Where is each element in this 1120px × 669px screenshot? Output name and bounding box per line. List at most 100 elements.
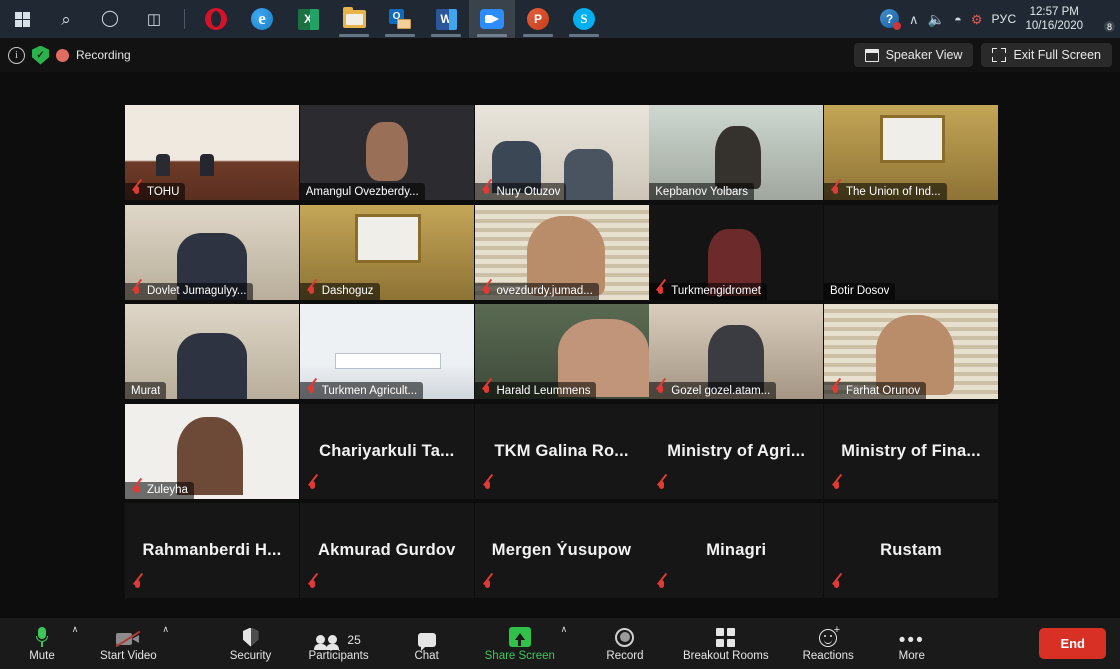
participant-name: Ministry of Fina... xyxy=(841,441,981,460)
skype-icon[interactable]: S xyxy=(561,0,607,38)
participant-tile[interactable]: Turkmengidromet xyxy=(649,204,824,300)
participant-tile[interactable]: Zuleyha xyxy=(125,403,299,499)
participant-name: Harald Leummens xyxy=(496,384,591,397)
more-label: More xyxy=(898,649,925,662)
search-icon[interactable]: ⌕ xyxy=(44,0,88,38)
participants-button[interactable]: 25 Participants xyxy=(305,618,373,669)
participant-name: Mergen Ýusupow xyxy=(491,541,632,559)
meeting-top-bar: i ✓ Recording Speaker View Exit Full Scr… xyxy=(0,38,1120,72)
volume-icon[interactable]: 🔈 xyxy=(928,12,945,26)
reactions-button[interactable]: + Reactions xyxy=(799,618,858,669)
word-icon[interactable]: W xyxy=(423,0,469,38)
participant-name: Dashoguz xyxy=(321,285,374,297)
mute-label: Mute xyxy=(29,649,55,662)
excel-icon[interactable]: X xyxy=(285,0,331,38)
mic-muted-icon xyxy=(655,285,666,298)
participant-tile[interactable]: Botir Dosov xyxy=(824,204,998,300)
mic-muted-icon xyxy=(831,480,842,493)
participant-tile[interactable]: Rahmanberdi H... xyxy=(125,503,299,598)
participant-name: Ministry of Agri... xyxy=(667,441,806,460)
language-indicator[interactable]: РУС xyxy=(992,12,1017,26)
outlook-icon[interactable]: O xyxy=(377,0,423,38)
participant-tile[interactable]: Ministry of Fina... xyxy=(824,403,998,499)
participant-name-bar: Turkmengidromet xyxy=(649,282,767,300)
participant-tile[interactable]: Amangul Ovezberdy... xyxy=(299,105,474,200)
share-options-chevron-down-icon[interactable]: ∧ xyxy=(557,624,571,635)
participant-tile[interactable]: Dovlet Jumagulyy... xyxy=(125,204,299,300)
breakout-rooms-button[interactable]: Breakout Rooms xyxy=(679,618,773,669)
participant-name-bar: Botir Dosov xyxy=(824,282,896,300)
participant-name-bar: Amangul Ovezberdy... xyxy=(299,183,425,200)
breakout-rooms-label: Breakout Rooms xyxy=(682,649,769,662)
show-hidden-icons-icon[interactable]: ∧ xyxy=(909,13,919,26)
notification-center-icon[interactable]: 8 xyxy=(1092,9,1116,33)
opera-icon[interactable] xyxy=(193,0,239,38)
mic-muted-icon xyxy=(307,579,318,592)
participant-name: Botir Dosov xyxy=(830,285,890,297)
participant-tile[interactable]: Harald Leummens xyxy=(474,304,649,399)
participant-name: Zuleyha xyxy=(147,484,188,496)
mic-muted-icon xyxy=(481,384,492,397)
share-screen-button[interactable]: Share Screen xyxy=(481,618,559,669)
speaker-view-button[interactable]: Speaker View xyxy=(853,43,974,67)
participant-tile[interactable]: Dashoguz xyxy=(299,204,474,300)
network-icon[interactable]: ⚙ xyxy=(971,13,983,26)
start-button[interactable] xyxy=(0,0,44,38)
mic-muted-icon xyxy=(831,579,842,592)
start-video-button[interactable]: Start Video xyxy=(96,618,161,669)
wifi-icon[interactable]: ◓ xyxy=(954,13,962,26)
audio-options-chevron-down-icon[interactable]: ∧ xyxy=(68,624,82,635)
windows-taskbar: ⌕ ◯ ◫ X O W P S ? ∧ 🔈 xyxy=(0,0,1120,38)
meeting-control-bar: Mute ∧ Start Video ∧ Security 25 Partici… xyxy=(0,618,1120,669)
chat-button[interactable]: Chat xyxy=(399,618,455,669)
security-label: Security xyxy=(229,649,272,662)
participant-tile[interactable]: Nury Otuzov xyxy=(474,105,649,200)
cortana-icon[interactable]: ◯ xyxy=(88,0,132,38)
participant-tile[interactable]: Akmurad Gurdov xyxy=(299,503,474,598)
share-screen-label: Share Screen xyxy=(484,649,555,662)
video-options-chevron-down-icon[interactable]: ∧ xyxy=(159,624,173,635)
edge-icon[interactable] xyxy=(239,0,285,38)
participant-tile[interactable]: Farhat Orunov xyxy=(824,304,998,399)
participant-tile[interactable]: TKM Galina Ro... xyxy=(474,403,649,499)
exit-full-screen-button[interactable]: Exit Full Screen xyxy=(981,43,1112,67)
shield-icon xyxy=(242,626,259,647)
participant-tile[interactable]: Murat xyxy=(125,304,299,399)
participant-name: Murat xyxy=(131,384,161,397)
participant-name: Farhat Orunov xyxy=(846,384,921,397)
participant-tile[interactable]: Mergen Ýusupow xyxy=(474,503,649,598)
task-view-icon[interactable]: ◫ xyxy=(132,0,176,38)
security-button[interactable]: Security xyxy=(223,618,279,669)
windows-logo-icon xyxy=(14,11,30,27)
clock[interactable]: 12:57 PM 10/16/2020 xyxy=(1025,5,1083,33)
mic-muted-icon xyxy=(481,185,492,198)
meeting-info-icon[interactable]: i xyxy=(8,46,25,64)
participant-name: Gozel gozel.atam... xyxy=(671,384,771,397)
record-button[interactable]: Record xyxy=(597,618,653,669)
powerpoint-icon[interactable]: P xyxy=(515,0,561,38)
participant-tile[interactable]: Turkmen Agricult... xyxy=(299,304,474,399)
participant-tile[interactable]: Chariyarkuli Ta... xyxy=(299,403,474,499)
participant-tile[interactable]: TOHU xyxy=(125,105,299,200)
participants-icon: 25 xyxy=(314,626,361,650)
mute-button[interactable]: Mute xyxy=(14,618,70,669)
participant-tile[interactable]: Ministry of Agri... xyxy=(649,403,824,499)
participant-tile[interactable]: Minagri xyxy=(649,503,824,598)
participant-tile[interactable]: Gozel gozel.atam... xyxy=(649,304,824,399)
system-tray: ? ∧ 🔈 ◓ ⚙ РУС 12:57 PM 10/16/2020 8 xyxy=(880,0,1120,38)
mic-muted-icon xyxy=(482,579,493,592)
participant-tile[interactable]: ovezdurdy.jumad... xyxy=(474,204,649,300)
end-meeting-button[interactable]: End xyxy=(1039,627,1106,659)
participant-name: ovezdurdy.jumad... xyxy=(496,285,593,297)
encryption-shield-icon[interactable]: ✓ xyxy=(32,45,49,65)
reactions-label: Reactions xyxy=(802,649,854,662)
participants-count: 25 xyxy=(347,632,361,647)
participant-tile[interactable]: The Union of Ind... xyxy=(824,105,998,200)
participant-name-bar: Dashoguz xyxy=(299,282,380,300)
zoom-icon[interactable] xyxy=(469,0,515,38)
help-icon[interactable]: ? xyxy=(880,9,902,30)
file-explorer-icon[interactable] xyxy=(331,0,377,38)
participant-tile[interactable]: Kepbanov Yolbars xyxy=(649,105,824,200)
more-button[interactable]: ••• More xyxy=(884,618,940,669)
participant-tile[interactable]: Rustam xyxy=(824,503,998,598)
